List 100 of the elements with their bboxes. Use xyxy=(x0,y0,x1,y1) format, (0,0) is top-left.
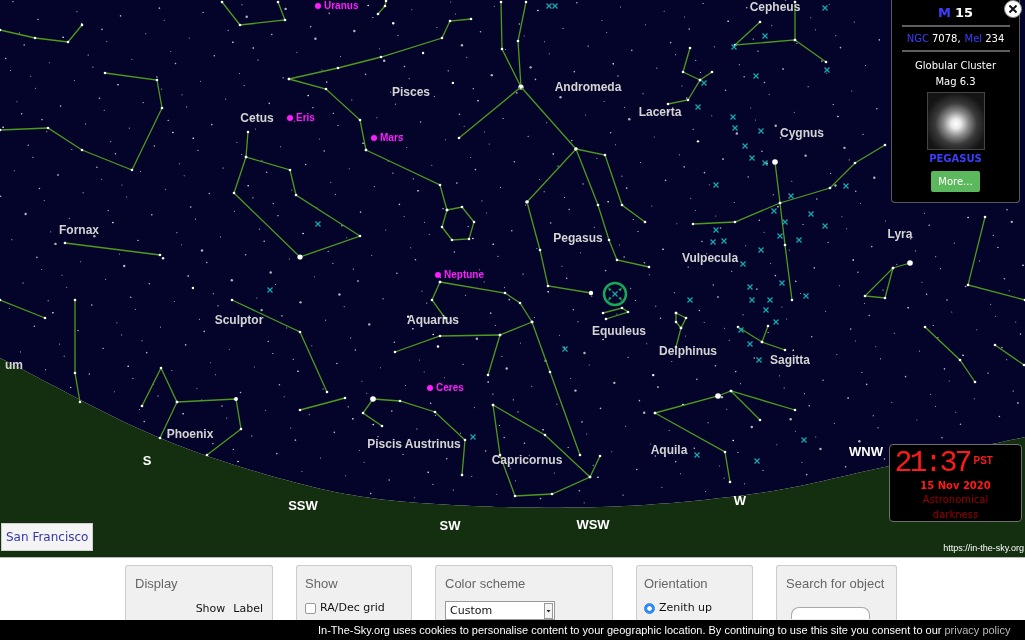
deep-sky-marker-icon xyxy=(748,154,756,162)
deep-sky-marker-icon xyxy=(762,306,770,314)
search-field[interactable] xyxy=(791,607,870,619)
constellation-label: Phoenix xyxy=(166,427,214,441)
planet-dot-icon xyxy=(427,385,433,391)
deep-sky-marker-icon xyxy=(752,72,760,80)
deep-sky-marker-icon xyxy=(748,296,756,304)
radio-label: Zenith up xyxy=(659,601,713,615)
color-scheme-select[interactable]: Custom xyxy=(445,601,555,620)
constellation-figure xyxy=(993,343,1025,367)
photo-placeholder xyxy=(926,92,985,150)
location-button[interactable]: San Francisco xyxy=(1,523,94,551)
caret-icon xyxy=(544,602,553,619)
clock-time: 21:37 xyxy=(894,447,970,479)
deep-sky-marker-icon xyxy=(753,457,761,465)
constellation-label: Delphinus xyxy=(659,344,717,358)
compass-direction: S xyxy=(142,452,152,468)
planet-label: Neptune xyxy=(444,269,484,281)
planet-label: Uranus xyxy=(324,0,359,12)
deep-sky-marker-icon xyxy=(842,182,850,190)
sky-darkness-status: Astronomical darkness xyxy=(921,493,990,522)
deep-sky-marker-icon xyxy=(757,246,765,254)
constellation-figure xyxy=(666,46,714,106)
deep-sky-marker-icon xyxy=(739,260,747,268)
object-type: Globular Cluster xyxy=(915,59,996,73)
object-name: M 15 xyxy=(938,5,973,21)
deep-sky-marker-icon xyxy=(802,292,810,300)
deep-sky-marker-icon xyxy=(469,433,477,441)
planet-label: Eris xyxy=(296,112,315,124)
constellation-label: Andromeda xyxy=(554,80,622,94)
site-url: https://in-the-sky.org xyxy=(943,543,1024,554)
deep-sky-marker-icon xyxy=(807,210,815,218)
target-reticle-icon xyxy=(602,281,628,307)
cookie-notice: In-The-Sky.org uses cookies to personalise content to your geographic location. By continuing to use this site you consent to our xyxy=(318,624,942,636)
catalog-designations: NGC 7078, Mel 234 xyxy=(906,32,1005,46)
constellation-label: Cetus xyxy=(240,111,274,125)
constellation-label: Aquila xyxy=(650,443,688,457)
compass-direction: SW xyxy=(439,517,461,533)
column-header: Label xyxy=(233,602,263,616)
constellation-figure xyxy=(736,324,787,352)
privacy-policy-link[interactable]: privacy policy xyxy=(944,624,1011,636)
constellation-figure xyxy=(0,298,47,320)
compass-direction: SSW xyxy=(288,497,318,513)
constellation-label: Equuleus xyxy=(592,324,646,338)
constellation-label: Lyra xyxy=(887,227,913,241)
deep-sky-marker-icon xyxy=(737,326,745,334)
deep-sky-marker-icon xyxy=(686,296,694,304)
deep-sky-marker-icon xyxy=(761,159,769,167)
deep-sky-marker-icon xyxy=(720,237,728,245)
planet-label: Mars xyxy=(380,132,404,144)
deep-sky-marker-icon xyxy=(778,279,786,287)
deep-sky-marker-icon xyxy=(770,207,778,215)
column-header: Show xyxy=(195,602,226,616)
deep-sky-marker-icon xyxy=(694,103,702,111)
radio-button[interactable] xyxy=(644,602,655,614)
deep-sky-marker-icon xyxy=(729,113,737,121)
deep-sky-marker-icon xyxy=(709,238,717,246)
deep-sky-marker-icon xyxy=(795,236,803,244)
constellation-figure xyxy=(601,306,630,321)
deep-sky-marker-icon xyxy=(772,318,780,326)
compass-direction: W xyxy=(733,492,747,508)
checkbox[interactable] xyxy=(305,602,316,614)
planet-label: Ceres xyxy=(436,382,464,394)
checkbox-label: RA/Dec grid xyxy=(320,601,385,615)
constellation-label: Piscis Austrinus xyxy=(367,437,461,451)
clock-date: 15 Nov 2020 xyxy=(920,479,991,492)
time-zone: PST xyxy=(973,455,993,466)
panel-title: Search for object xyxy=(786,576,885,592)
constellation-label: Cepheus xyxy=(749,0,801,14)
deep-sky-marker-icon xyxy=(741,142,749,150)
deep-sky-marker-icon xyxy=(823,66,831,74)
deep-sky-marker-icon xyxy=(781,218,789,226)
constellation-label: um xyxy=(5,358,23,372)
deep-sky-marker-icon xyxy=(314,220,322,228)
deep-sky-marker-icon xyxy=(821,222,829,230)
constellation-figure xyxy=(923,325,977,384)
deep-sky-marker-icon xyxy=(693,451,701,459)
compass-direction: WSW xyxy=(576,516,610,532)
panel-title: Show xyxy=(305,576,338,592)
constellation-label: Pegasus xyxy=(553,231,603,245)
panel-title: Orientation xyxy=(644,576,708,592)
constellation-label: Aquarius xyxy=(407,313,459,327)
deep-sky-marker-icon xyxy=(800,436,808,444)
deep-sky-marker-icon xyxy=(266,286,274,294)
deep-sky-marker-icon xyxy=(700,79,708,87)
constellation-label: Vulpecula xyxy=(681,251,739,265)
planet-dot-icon xyxy=(315,3,321,9)
constellation-label: Pisces xyxy=(392,85,430,99)
planet-dot-icon xyxy=(287,115,293,121)
deep-sky-marker-icon xyxy=(766,296,774,304)
deep-sky-marker-icon xyxy=(712,181,720,189)
constellation-label: Lacerta xyxy=(638,105,682,119)
deep-sky-marker-icon xyxy=(755,356,763,364)
deep-sky-marker-icon xyxy=(561,345,569,353)
compass-direction: WNW xyxy=(849,443,883,459)
deep-sky-marker-icon xyxy=(746,340,754,348)
planet-dot-icon xyxy=(371,135,377,141)
constellation-label: Sculptor xyxy=(214,313,264,327)
constellation-label: Capricornus xyxy=(491,453,563,467)
deep-sky-marker-icon xyxy=(787,192,795,200)
